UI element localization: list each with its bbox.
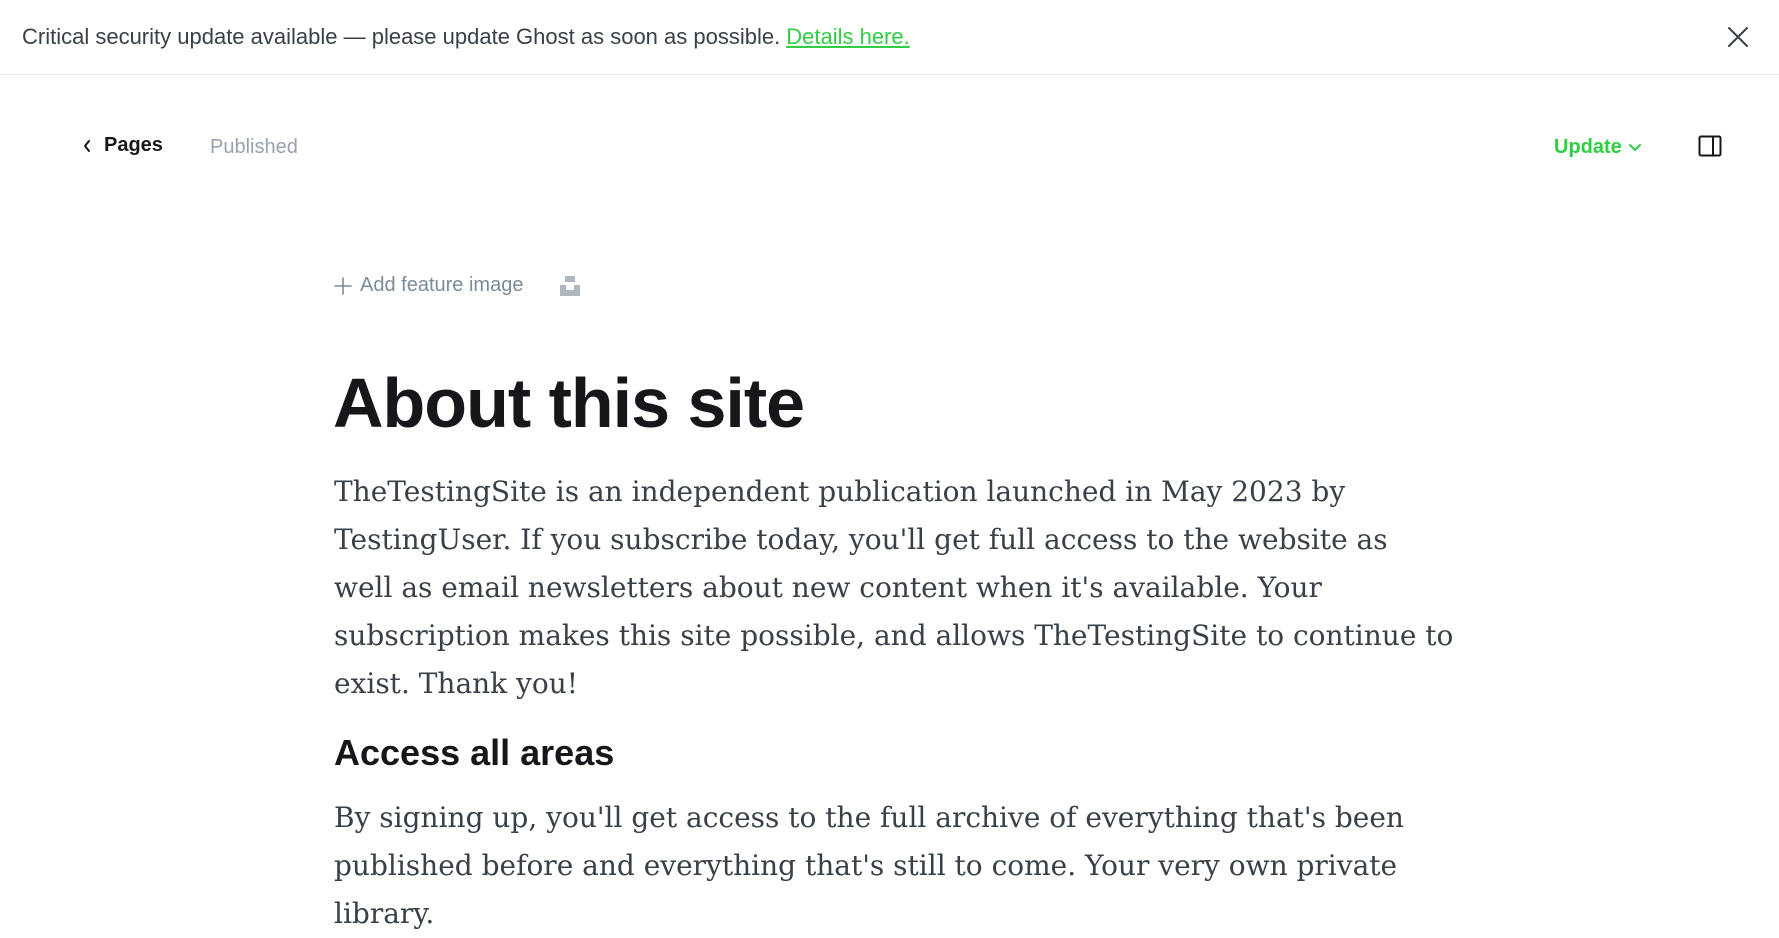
plus-icon [334,277,352,295]
sidebar-toggle-icon[interactable] [1698,135,1722,157]
add-feature-image-button[interactable]: Add feature image [334,274,523,297]
chevron-left-icon [82,138,92,154]
feature-image-controls: Add feature image [334,274,581,297]
banner-message: Critical security update available — ple… [22,24,780,50]
intro-paragraph[interactable]: TheTestingSite is an independent publica… [334,468,1454,708]
unsplash-icon[interactable] [559,275,581,297]
access-paragraph[interactable]: By signing up, you'll get access to the … [334,794,1454,938]
back-to-pages-link[interactable]: Pages [82,134,163,157]
security-update-banner: Critical security update available — ple… [0,0,1779,75]
editor-header: Pages Published Update [0,118,1779,178]
banner-details-link[interactable]: Details here. [786,24,910,50]
add-feature-image-label: Add feature image [360,274,523,297]
chevron-down-icon [1628,143,1642,153]
close-icon[interactable] [1725,24,1751,50]
back-link-label: Pages [104,134,163,157]
post-status: Published [210,136,298,159]
page-title[interactable]: About this site [333,358,804,448]
update-button-label: Update [1554,136,1622,159]
section-heading[interactable]: Access all areas [334,732,614,774]
update-button[interactable]: Update [1554,136,1642,159]
editor-helper-icons [1641,900,1721,908]
